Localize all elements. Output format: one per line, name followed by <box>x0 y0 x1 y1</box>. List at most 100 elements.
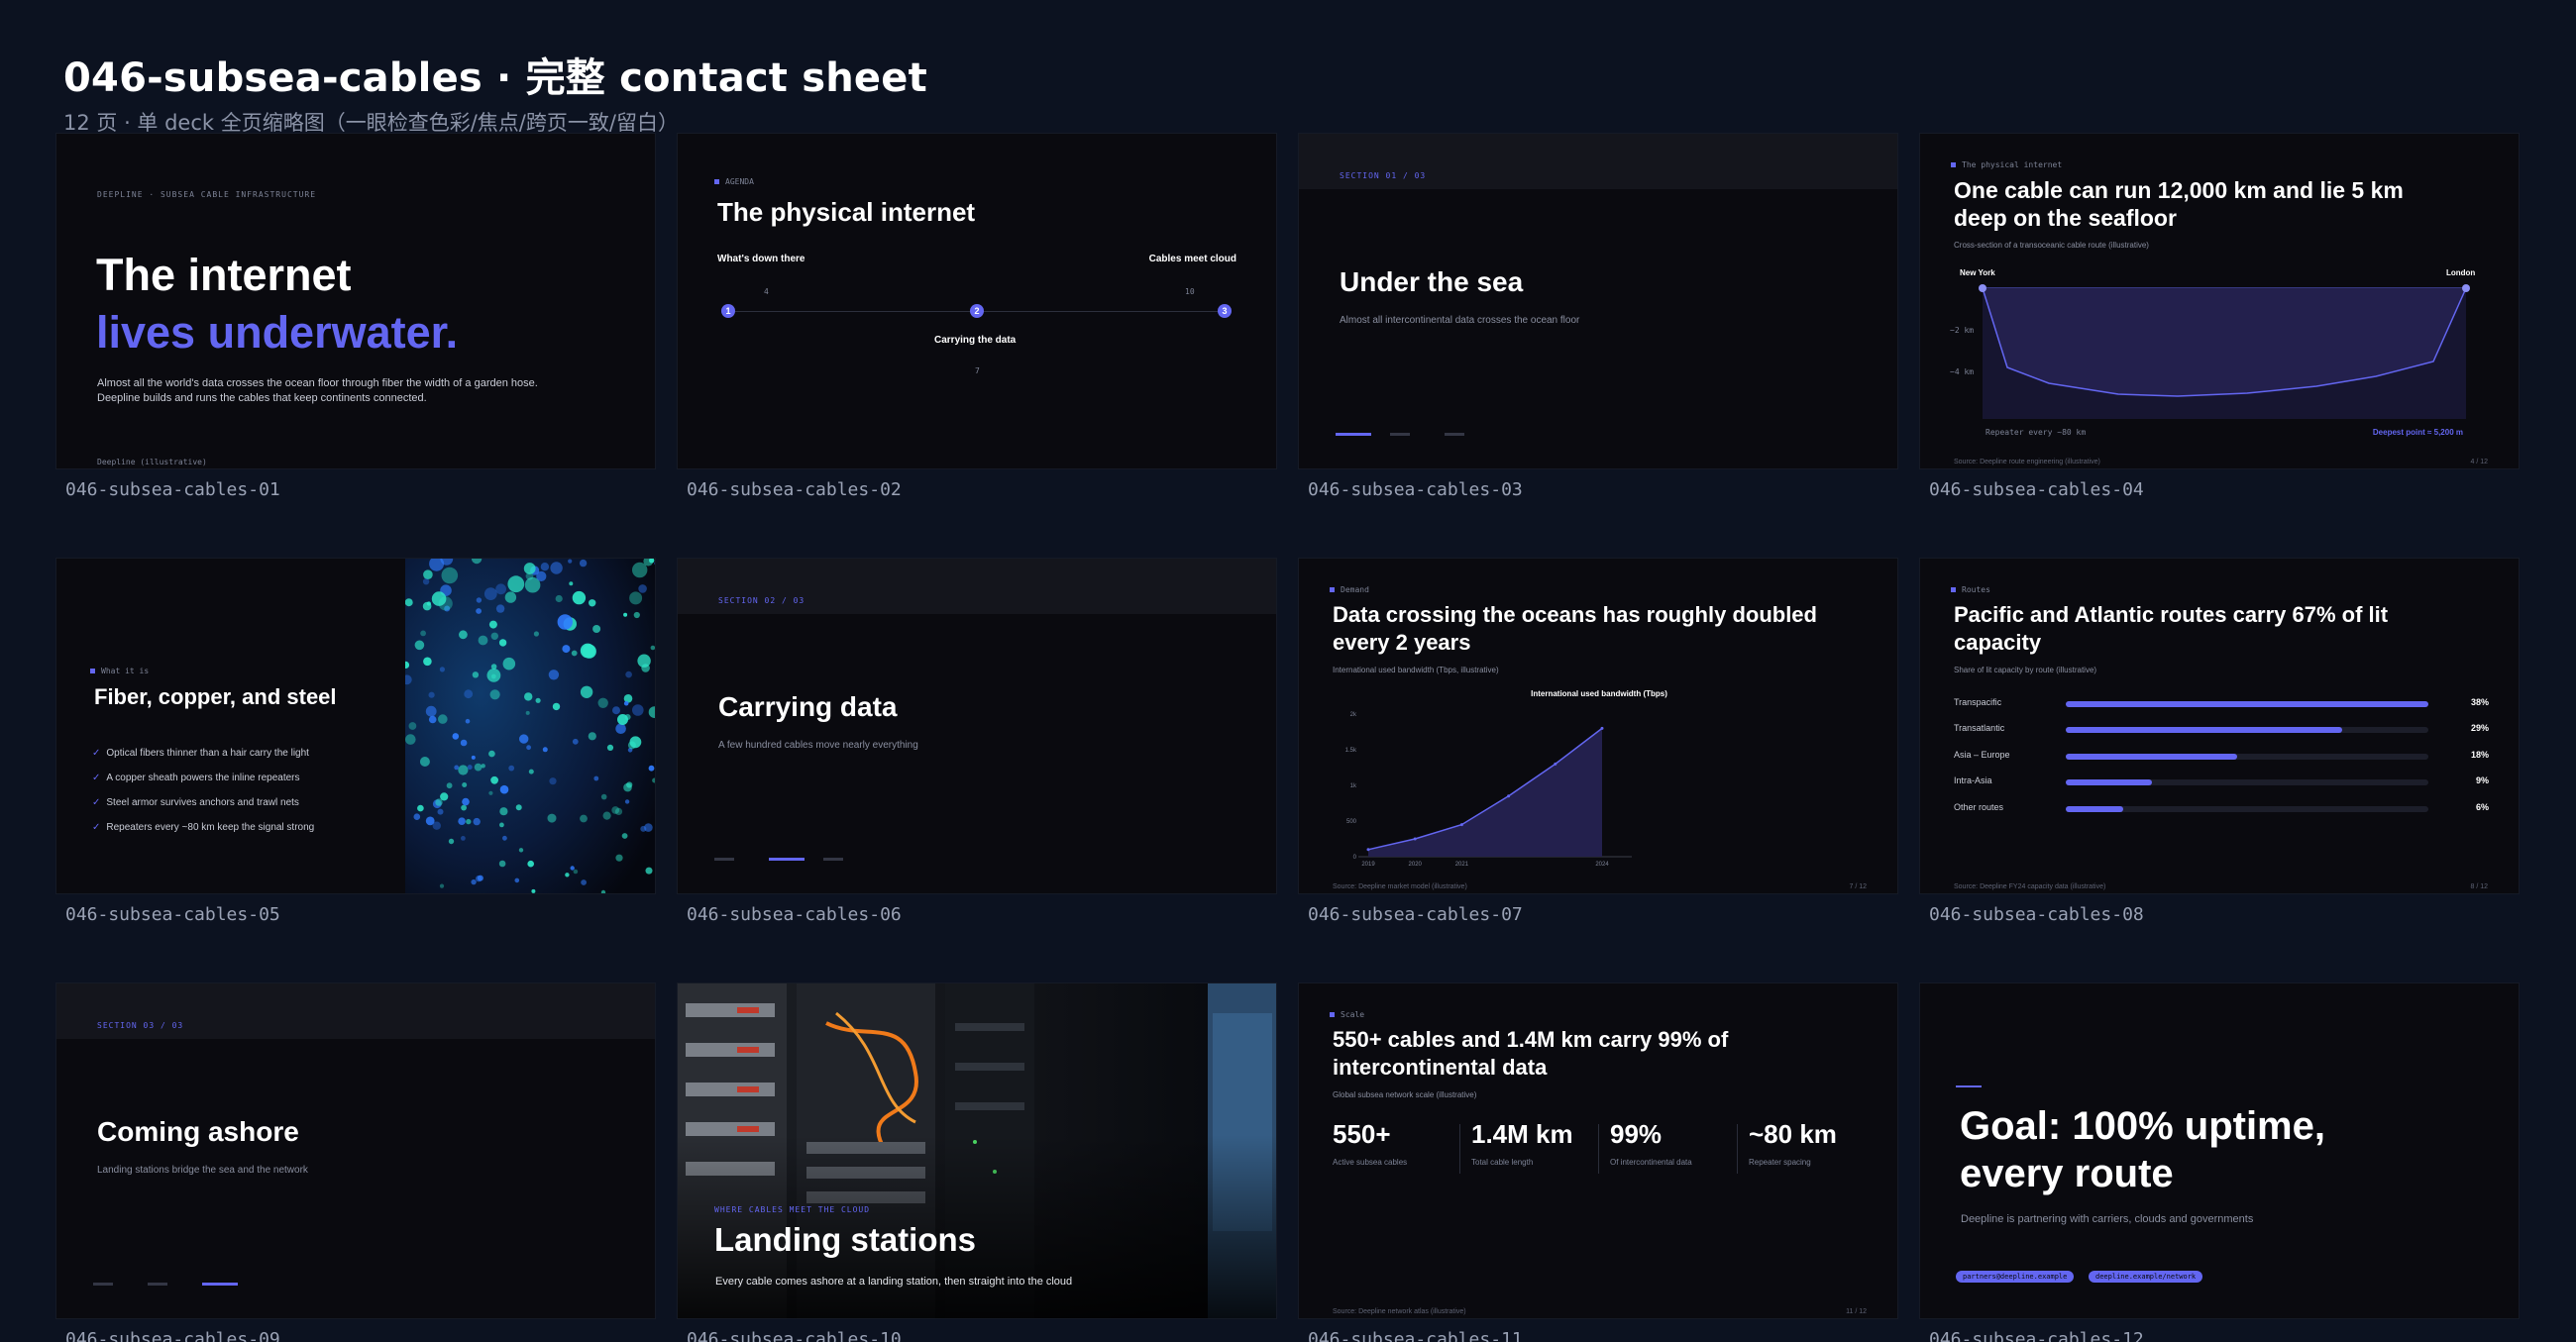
stat-block: 99% Of intercontinental data <box>1610 1119 1749 1167</box>
slide-04-preview[interactable]: The physical internet One cable can run … <box>1919 133 2520 469</box>
fiber-light-dot <box>523 563 536 574</box>
x-tick-label: 2019 <box>1361 862 1375 868</box>
thumbnail-09[interactable]: SECTION 03 / 03 Coming ashore Landing st… <box>55 982 656 1342</box>
thumbnail-12[interactable]: Goal: 100% uptime, every route Deepline … <box>1919 982 2520 1342</box>
stat-label: Repeater spacing <box>1749 1158 1811 1167</box>
fiber-light-dot <box>552 702 561 711</box>
fiber-light-dot <box>526 745 531 751</box>
thumbnail-01[interactable]: DEEPLINE · SUBSEA CABLE INFRASTRUCTURE T… <box>55 133 656 500</box>
fiber-light-dot <box>472 671 480 678</box>
fiber-light-dot <box>423 569 433 579</box>
bar-fill <box>2066 701 2428 707</box>
slide-title-line1: The internet <box>96 250 352 300</box>
x-tick-label: 2021 <box>1455 862 1469 868</box>
chart-note-left: Repeater every ~80 km <box>1986 428 2087 437</box>
bandwidth-area <box>1368 728 1602 857</box>
fiber-light-dot <box>425 705 437 717</box>
fiber-light-dot <box>568 559 573 564</box>
slide-07-preview[interactable]: Demand Data crossing the oceans has roug… <box>1298 558 1898 894</box>
slide-title-line2: lives underwater. <box>96 307 459 358</box>
check-item: ✓ Repeaters every ~80 km keep the signal … <box>92 822 314 833</box>
fiber-light-dot <box>471 878 477 885</box>
agenda-middle: Carrying the data <box>934 335 1017 346</box>
fiber-light-dot <box>428 715 437 724</box>
fiber-light-dot <box>623 782 632 792</box>
route-label: Intra-Asia <box>1954 775 1992 785</box>
slide-kicker: Routes <box>1951 585 1990 594</box>
progress-step <box>148 1283 167 1286</box>
slide-subtitle: Almost all intercontinental data crosses… <box>1340 315 1580 326</box>
section-band <box>56 983 655 1039</box>
thumbnail-11[interactable]: Scale 550+ cables and 1.4M km carry 99% … <box>1298 982 1898 1342</box>
bar-fill <box>2066 806 2123 812</box>
fiber-light-dot <box>579 559 588 568</box>
fiber-light-dot <box>458 817 466 825</box>
thumbnail-06[interactable]: SECTION 02 / 03 Carrying data A few hund… <box>677 558 1277 925</box>
slide-12-preview[interactable]: Goal: 100% uptime, every route Deepline … <box>1919 982 2520 1319</box>
fiber-light-dot <box>446 782 453 789</box>
slide-11-preview[interactable]: Scale 550+ cables and 1.4M km carry 99% … <box>1298 982 1898 1319</box>
stat-label: Total cable length <box>1471 1158 1534 1167</box>
section-kicker: SECTION 01 / 03 <box>1340 171 1427 180</box>
fiber-light-dot <box>536 570 547 581</box>
slide-03-preview[interactable]: SECTION 01 / 03 Under the sea Almost all… <box>1298 133 1898 469</box>
slide-kicker-text: AGENDA <box>725 177 754 186</box>
bullet-icon <box>1951 587 1956 592</box>
thumbnail-08[interactable]: Routes Pacific and Atlantic routes carry… <box>1919 558 2520 925</box>
fiber-light-dot <box>549 777 557 785</box>
slide-title: The physical internet <box>717 197 976 227</box>
thumbnail-05[interactable]: What it is Fiber, copper, and steel ✓ Opt… <box>55 558 656 925</box>
slide-06-preview[interactable]: SECTION 02 / 03 Carrying data A few hund… <box>677 558 1277 894</box>
fiber-light-dot <box>420 630 426 637</box>
stat-value: 1.4M km <box>1471 1119 1573 1149</box>
fiber-light-dot <box>557 614 573 630</box>
thumbnail-caption: 046-subsea-cables-08 <box>1929 904 2144 925</box>
fiber-light-dot <box>502 657 516 671</box>
timeline-dot-1: 1 <box>721 304 735 318</box>
fiber-light-dot <box>593 775 599 781</box>
thumbnail-07[interactable]: Demand Data crossing the oceans has roug… <box>1298 558 1898 925</box>
thumbnail-10[interactable]: WHERE CABLES MEET THE CLOUD Landing stat… <box>677 982 1277 1342</box>
slide-kicker: AGENDA <box>714 177 754 186</box>
slide-08-preview[interactable]: Routes Pacific and Atlantic routes carry… <box>1919 558 2520 894</box>
fiber-light-dot <box>573 869 579 875</box>
thumbnail-caption: 046-subsea-cables-04 <box>1929 479 2144 500</box>
x-tick-label: 2020 <box>1409 862 1423 868</box>
slide-05-preview[interactable]: What it is Fiber, copper, and steel ✓ Opt… <box>55 558 656 894</box>
slide-subtitle: Share of lit capacity by route (illustra… <box>1954 666 2097 674</box>
x-tick-label: 2024 <box>1595 862 1609 868</box>
fiber-light-dot <box>580 685 593 698</box>
fiber-light-dot <box>648 765 655 772</box>
fiber-light-dot <box>408 722 417 730</box>
slide-09-preview[interactable]: SECTION 03 / 03 Coming ashore Landing st… <box>55 982 656 1319</box>
slide-source: Source: Deepline FY24 capacity data (ill… <box>1954 883 2106 890</box>
thumbnail-04[interactable]: The physical internet One cable can run … <box>1919 133 2520 500</box>
slide-01-preview[interactable]: DEEPLINE · SUBSEA CABLE INFRASTRUCTURE T… <box>55 133 656 469</box>
slide-subtitle: Global subsea network scale (illustrativ… <box>1333 1090 1477 1099</box>
fiber-light-dot <box>624 799 630 804</box>
fiber-light-dot <box>462 782 468 787</box>
fiber-light-dot <box>562 645 571 654</box>
fiber-light-dot <box>528 769 534 774</box>
fiber-light-dot <box>452 733 460 740</box>
fiber-light-dot <box>548 670 560 680</box>
fiber-light-dot <box>527 860 534 868</box>
fiber-light-dot <box>514 877 520 883</box>
fiber-light-dot <box>438 714 448 724</box>
check-icon: ✓ <box>92 797 101 808</box>
y-tick-label: 0 <box>1353 855 1357 861</box>
fiber-light-dot <box>625 671 632 678</box>
slide-10-preview[interactable]: WHERE CABLES MEET THE CLOUD Landing stat… <box>677 982 1277 1319</box>
slide-page-number: 8 / 12 <box>2470 883 2488 890</box>
slide-title: Coming ashore <box>97 1116 299 1147</box>
route-label: Transpacific <box>1954 697 2002 707</box>
fiber-light-dot <box>515 804 522 811</box>
fiber-light-dot <box>495 583 506 595</box>
contact-email-pill[interactable]: partners@deepline.example <box>1956 1271 2075 1283</box>
thumbnail-02[interactable]: AGENDA The physical internet What's down… <box>677 133 1277 500</box>
slide-kicker: Scale <box>1330 1010 1364 1019</box>
contact-url-pill[interactable]: deepline.example/network <box>2089 1271 2203 1283</box>
thumbnail-03[interactable]: SECTION 01 / 03 Under the sea Almost all… <box>1298 133 1898 500</box>
slide-02-preview[interactable]: AGENDA The physical internet What's down… <box>677 133 1277 469</box>
thumbnail-caption: 046-subsea-cables-11 <box>1308 1329 1523 1342</box>
